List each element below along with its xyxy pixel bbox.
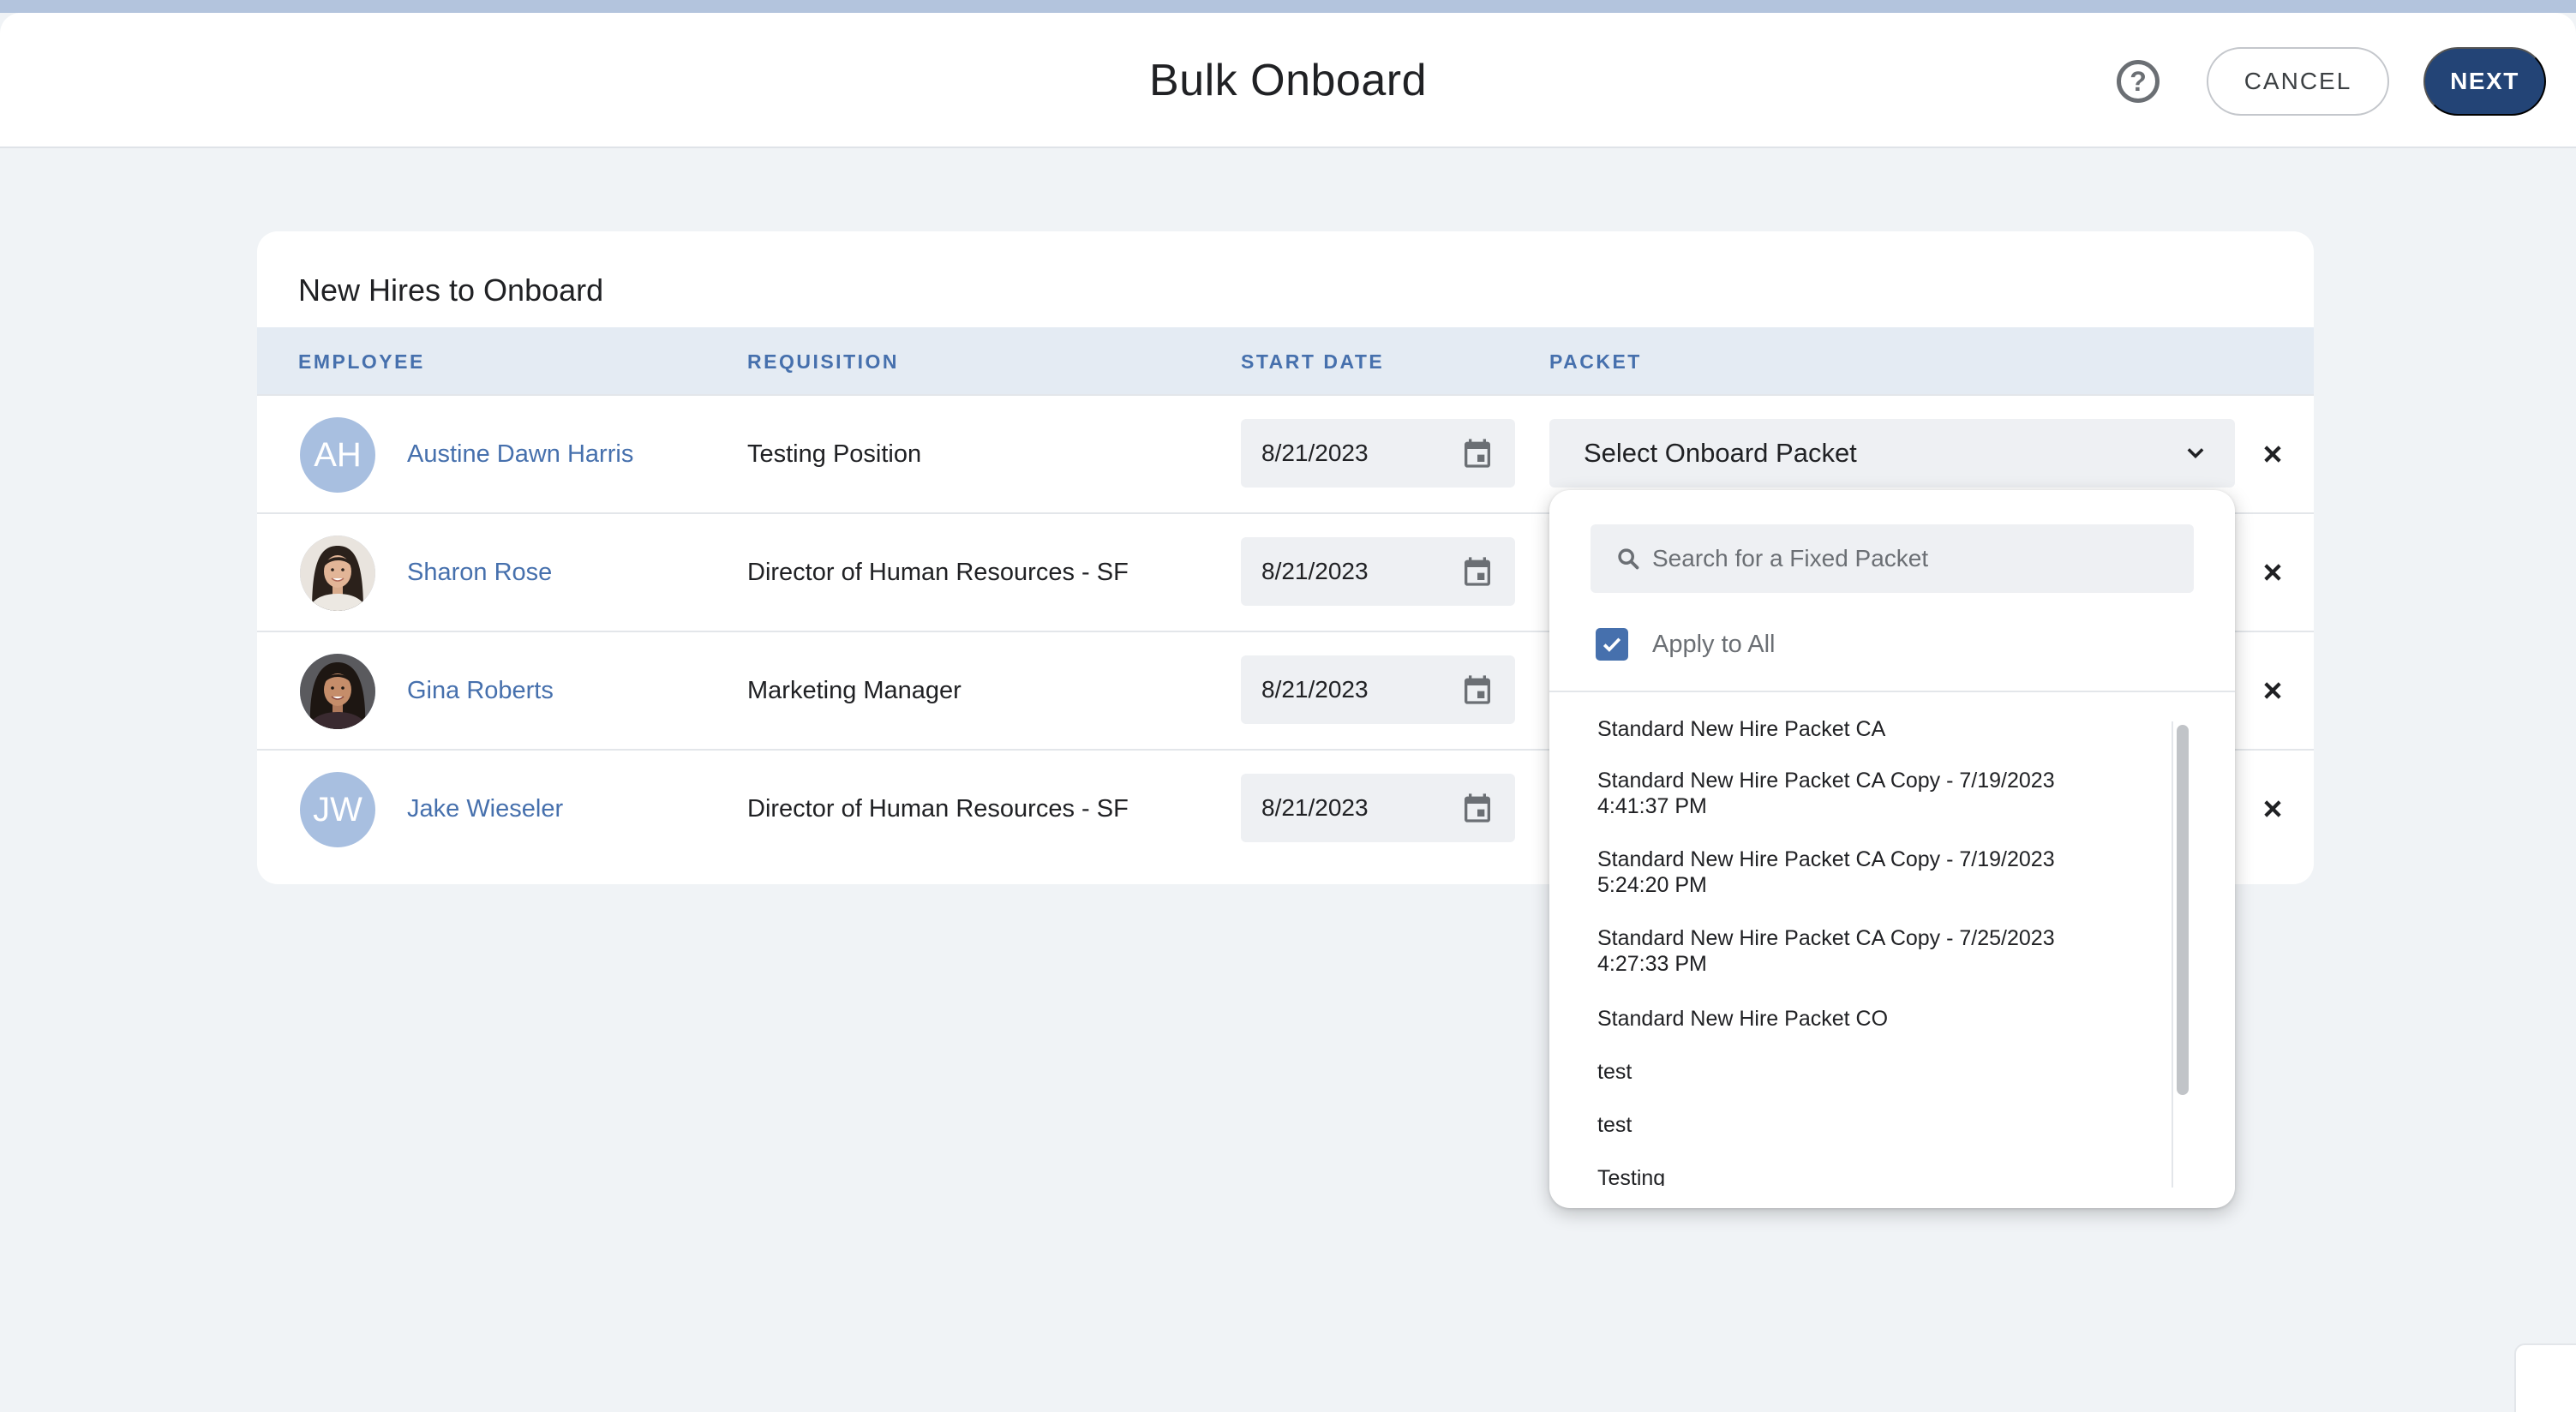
apply-to-all-option[interactable]: Apply to All [1596, 625, 1775, 663]
packet-option[interactable]: Standard New Hire Packet CA [1597, 716, 2112, 742]
corner-widget [2514, 1343, 2576, 1412]
packet-option-line: Testing [1597, 1166, 1666, 1186]
avatar [300, 654, 375, 729]
packet-search-input[interactable] [1652, 524, 2175, 593]
scrollbar-thumb[interactable] [2177, 725, 2189, 1095]
start-date-value: 8/21/2023 [1261, 676, 1369, 703]
start-date-value: 8/21/2023 [1261, 558, 1369, 584]
packet-option-list: Standard New Hire Packet CA Standard New… [1549, 716, 2235, 1186]
remove-row-button[interactable] [2255, 632, 2290, 749]
avatar [300, 535, 375, 611]
close-icon [2264, 564, 2281, 581]
help-icon[interactable]: ? [2117, 60, 2160, 103]
employee-name-link[interactable]: Jake Wieseler [407, 751, 563, 867]
packet-option[interactable]: test [1597, 1112, 2112, 1138]
requisition-text: Director of Human Resources - SF [747, 794, 1129, 823]
cancel-button[interactable]: CANCEL [2207, 47, 2389, 116]
employee-name-link[interactable]: Sharon Rose [407, 514, 552, 631]
calendar-icon[interactable] [1460, 554, 1495, 589]
apply-to-all-label: Apply to All [1652, 630, 1776, 658]
avatar-initials: JW [313, 790, 362, 829]
packet-option-line: Standard New Hire Packet CA [1597, 717, 1886, 741]
employee-name-link[interactable]: Austine Dawn Harris [407, 396, 633, 512]
check-icon [1603, 637, 1621, 652]
packet-option-line: 4:27:33 PM [1597, 952, 1707, 976]
requisition-text: Testing Position [747, 440, 922, 468]
packet-select-label: Select Onboard Packet [1584, 438, 1857, 468]
calendar-icon[interactable] [1460, 673, 1495, 707]
calendar-icon[interactable] [1460, 791, 1495, 825]
employee-name-link[interactable]: Gina Roberts [407, 632, 554, 749]
remove-row-button[interactable] [2255, 396, 2290, 512]
dropdown-divider [1549, 691, 2235, 692]
avatar: AH [300, 417, 375, 493]
start-date-value: 8/21/2023 [1261, 794, 1369, 821]
packet-option[interactable]: Standard New Hire Packet CA Copy - 7/19/… [1597, 768, 2112, 819]
start-date-field[interactable]: 8/21/2023 [1241, 419, 1515, 488]
packet-option-line: 4:41:37 PM [1597, 794, 1707, 818]
packet-option[interactable]: Standard New Hire Packet CA Copy - 7/19/… [1597, 847, 2112, 898]
column-header-start-date: START DATE [1241, 350, 1385, 373]
page-title: Bulk Onboard [1149, 56, 1427, 105]
close-icon [2264, 682, 2281, 699]
avatar: JW [300, 772, 375, 847]
column-header-requisition: REQUISITION [747, 350, 900, 373]
avatar-initials: AH [314, 435, 362, 474]
card-title: New Hires to Onboard [298, 272, 604, 308]
chevron-down-icon [2187, 448, 2204, 458]
calendar-icon[interactable] [1460, 436, 1495, 470]
apply-to-all-checkbox[interactable] [1596, 628, 1628, 661]
close-icon [2264, 800, 2281, 817]
packet-option-line: test [1597, 1113, 1632, 1137]
packet-option-line: 5:24:20 PM [1597, 873, 1707, 897]
packet-option[interactable]: Testing [1597, 1165, 2112, 1186]
remove-row-button[interactable] [2255, 514, 2290, 631]
table-header: EMPLOYEE REQUISITION START DATE PACKET [257, 327, 2314, 396]
packet-option-line: Standard New Hire Packet CA Copy - 7/19/… [1597, 847, 2055, 871]
window-top-strip [0, 0, 2576, 13]
requisition-text: Marketing Manager [747, 676, 962, 704]
packet-option-line: Standard New Hire Packet CA Copy - 7/25/… [1597, 926, 2055, 950]
column-header-employee: EMPLOYEE [298, 350, 425, 373]
close-icon [2264, 446, 2281, 463]
packet-search-field[interactable] [1591, 524, 2194, 593]
packet-option[interactable]: Standard New Hire Packet CA Copy - 7/25/… [1597, 925, 2112, 977]
scrollbar-track [2172, 721, 2173, 1188]
packet-dropdown: Apply to All Standard New Hire Packet CA… [1549, 490, 2235, 1208]
packet-option-line: Standard New Hire Packet CA Copy - 7/19/… [1597, 769, 2055, 793]
avatar-photo [300, 535, 375, 611]
avatar-photo [300, 654, 375, 729]
requisition-text: Director of Human Resources - SF [747, 558, 1129, 586]
packet-select[interactable]: Select Onboard Packet [1549, 419, 2235, 488]
start-date-value: 8/21/2023 [1261, 440, 1369, 466]
packet-option-line: Standard New Hire Packet CO [1597, 1007, 1889, 1031]
start-date-field[interactable]: 8/21/2023 [1241, 774, 1515, 842]
search-icon [1618, 548, 1639, 570]
next-button[interactable]: NEXT [2423, 47, 2546, 116]
page-header: Bulk Onboard ? CANCEL NEXT [0, 13, 2576, 148]
start-date-field[interactable]: 8/21/2023 [1241, 655, 1515, 724]
packet-option[interactable]: test [1597, 1059, 2112, 1085]
start-date-field[interactable]: 8/21/2023 [1241, 537, 1515, 606]
packet-option[interactable]: Standard New Hire Packet CO [1597, 1006, 2112, 1032]
help-symbol: ? [2130, 65, 2147, 97]
column-header-packet: PACKET [1549, 350, 1642, 373]
packet-option-line: test [1597, 1060, 1632, 1084]
remove-row-button[interactable] [2255, 751, 2290, 867]
